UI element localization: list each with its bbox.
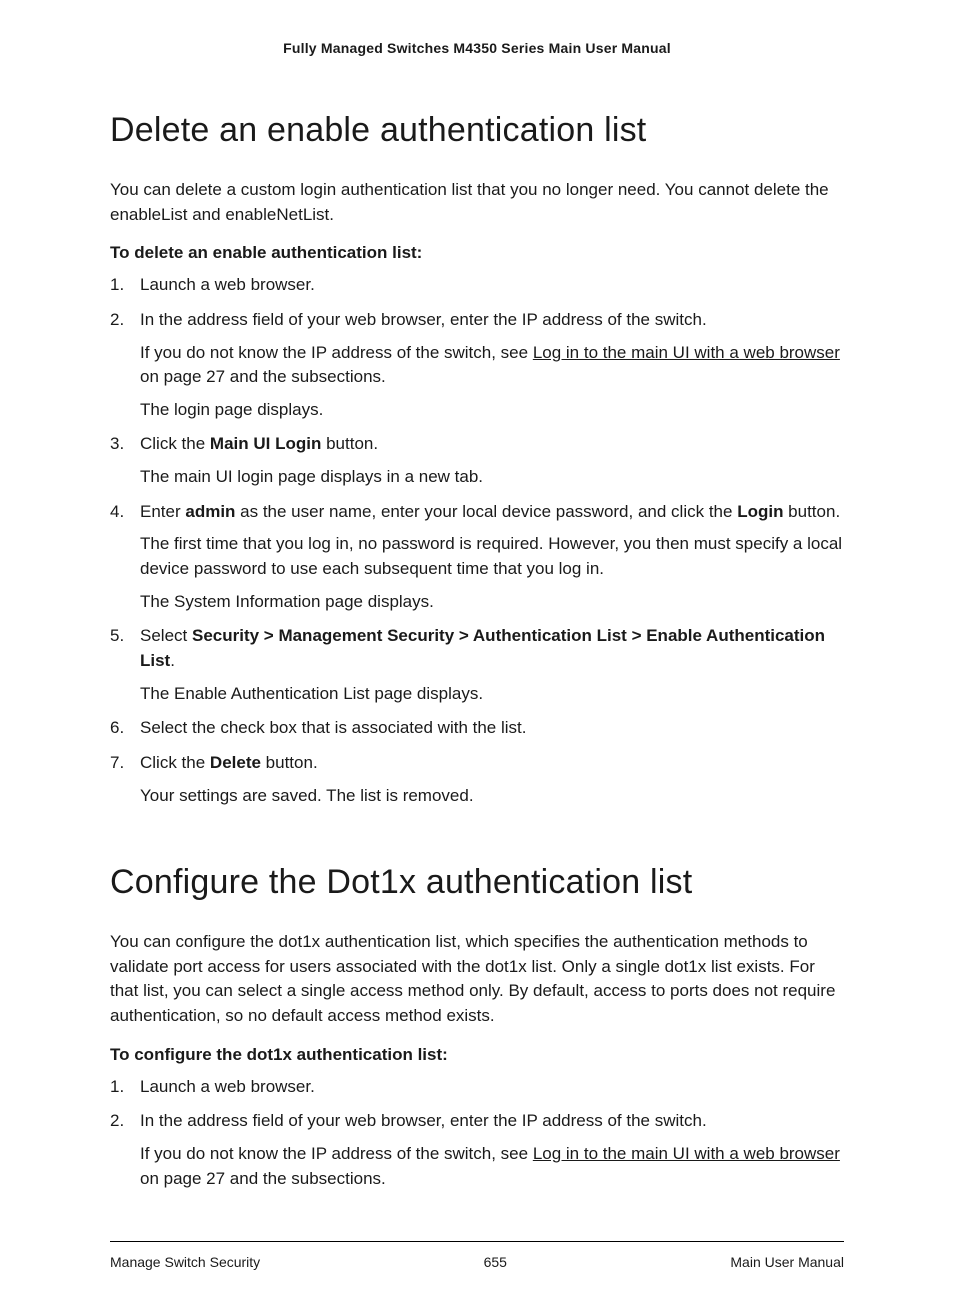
cross-reference-link[interactable]: Log in to the main UI with a web browser xyxy=(533,343,840,362)
step-text: In the address field of your web browser… xyxy=(140,310,707,329)
ui-nav-path: Security > Management Security > Authent… xyxy=(140,626,825,670)
text: If you do not know the IP address of the… xyxy=(140,1144,533,1163)
step-4-result: The System Information page displays. xyxy=(140,590,844,615)
section2-intro: You can configure the dot1x authenticati… xyxy=(110,930,844,1029)
text: . xyxy=(170,651,175,670)
step-3: Click the Main UI Login button. The main… xyxy=(110,432,844,489)
step-text: Select the check box that is associated … xyxy=(140,718,526,737)
ui-label-delete: Delete xyxy=(210,753,261,772)
ui-label-main-ui-login: Main UI Login xyxy=(210,434,321,453)
step-2-result: The login page displays. xyxy=(140,398,844,423)
ui-label-admin: admin xyxy=(185,502,235,521)
step-7: Click the Delete button. Your settings a… xyxy=(110,751,844,808)
step-2: In the address field of your web browser… xyxy=(110,1109,844,1191)
section-heading-delete: Delete an enable authentication list xyxy=(110,111,844,150)
step-1: Launch a web browser. xyxy=(110,273,844,298)
document-page: Fully Managed Switches M4350 Series Main… xyxy=(0,0,954,1310)
text: If you do not know the IP address of the… xyxy=(140,343,533,362)
section2-subheader: To configure the dot1x authentication li… xyxy=(110,1045,844,1065)
step-2-note: If you do not know the IP address of the… xyxy=(140,1142,844,1191)
text: as the user name, enter your local devic… xyxy=(235,502,737,521)
text: on page 27 and the subsections. xyxy=(140,367,386,386)
step-text: Launch a web browser. xyxy=(140,275,315,294)
ui-label-login: Login xyxy=(737,502,783,521)
step-2: In the address field of your web browser… xyxy=(110,308,844,423)
text: Click the xyxy=(140,434,210,453)
text: button. xyxy=(261,753,318,772)
step-4-note: The first time that you log in, no passw… xyxy=(140,532,844,581)
footer-page-number: 655 xyxy=(484,1254,507,1270)
text: button. xyxy=(321,434,378,453)
page-header-title: Fully Managed Switches M4350 Series Main… xyxy=(110,40,844,56)
text: Click the xyxy=(140,753,210,772)
step-3-result: The main UI login page displays in a new… xyxy=(140,465,844,490)
step-text: In the address field of your web browser… xyxy=(140,1111,707,1130)
text: Enter xyxy=(140,502,185,521)
step-text: Launch a web browser. xyxy=(140,1077,315,1096)
section2-steps: Launch a web browser. In the address fie… xyxy=(110,1075,844,1192)
step-1: Launch a web browser. xyxy=(110,1075,844,1100)
cross-reference-link[interactable]: Log in to the main UI with a web browser xyxy=(533,1144,840,1163)
text: button. xyxy=(783,502,840,521)
text: Select xyxy=(140,626,192,645)
step-2-note: If you do not know the IP address of the… xyxy=(140,341,844,390)
footer-section-name: Manage Switch Security xyxy=(110,1254,260,1270)
step-7-result: Your settings are saved. The list is rem… xyxy=(140,784,844,809)
section1-steps: Launch a web browser. In the address fie… xyxy=(110,273,844,808)
footer-manual-name: Main User Manual xyxy=(730,1254,844,1270)
page-footer: Manage Switch Security 655 Main User Man… xyxy=(110,1241,844,1270)
step-4: Enter admin as the user name, enter your… xyxy=(110,500,844,615)
section1-intro: You can delete a custom login authentica… xyxy=(110,178,844,227)
step-5: Select Security > Management Security > … xyxy=(110,624,844,706)
section1-subheader: To delete an enable authentication list: xyxy=(110,243,844,263)
section-heading-configure: Configure the Dot1x authentication list xyxy=(110,863,844,902)
text: on page 27 and the subsections. xyxy=(140,1169,386,1188)
step-5-result: The Enable Authentication List page disp… xyxy=(140,682,844,707)
step-6: Select the check box that is associated … xyxy=(110,716,844,741)
